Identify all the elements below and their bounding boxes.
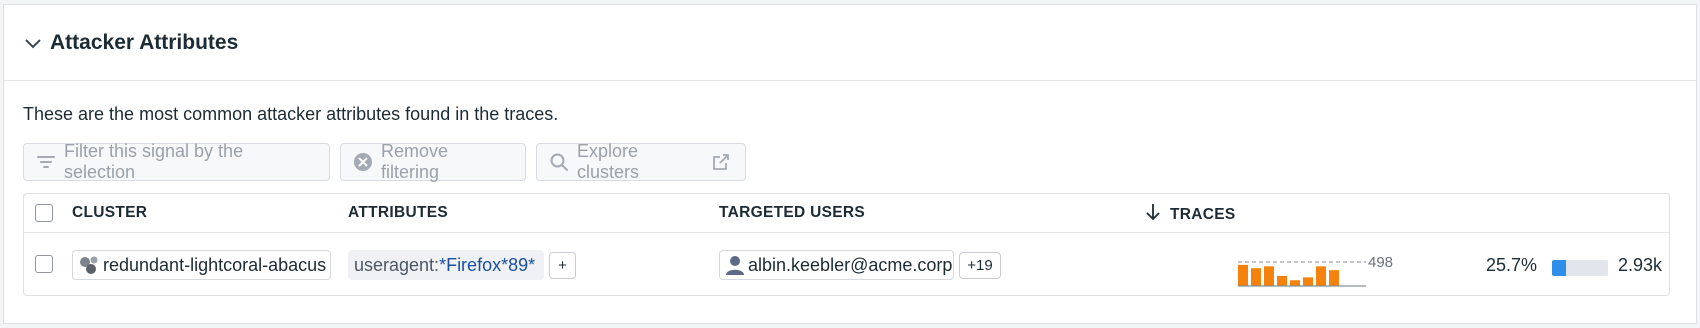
targeted-user-chip[interactable]: albin.keebler@acme.corp <box>719 250 954 280</box>
panel-header[interactable]: Attacker Attributes <box>4 5 1696 81</box>
cluster-name: redundant-lightcoral-abacus <box>103 254 327 275</box>
add-attribute-button[interactable]: + <box>549 252 576 279</box>
table-row[interactable]: redundant-lightcoral-abacus useragent: *F… <box>24 233 1669 295</box>
row-checkbox[interactable] <box>35 255 53 273</box>
explore-clusters-label: Explore clusters <box>577 141 640 182</box>
explore-clusters-button[interactable]: Explore clusters <box>536 141 746 182</box>
sparkline-bar <box>1277 275 1287 286</box>
panel-description: These are the most common attacker attri… <box>23 104 559 124</box>
action-toolbar: Filter this signal by the selection Remo… <box>23 141 746 182</box>
column-header-traces-sort[interactable]: TRACES <box>1144 202 1236 227</box>
sparkline-bar <box>1329 270 1339 286</box>
traces-share-bar <box>1552 260 1608 276</box>
select-all-checkbox[interactable] <box>35 204 53 222</box>
cluster-chip[interactable]: redundant-lightcoral-abacus <box>72 250 331 280</box>
table-header: CLUSTER ATTRIBUTES TARGETED USERS TRACES <box>24 194 1669 233</box>
more-users-badge[interactable]: +19 <box>959 252 1001 279</box>
sparkline-bar <box>1303 277 1313 286</box>
sparkline-bar <box>1264 266 1274 286</box>
sparkline-max-label: 498 <box>1368 254 1393 271</box>
attribute-key: useragent: <box>354 254 440 275</box>
remove-filtering-label: Remove filtering <box>381 141 449 182</box>
column-header-traces: TRACES <box>1170 205 1236 223</box>
sparkline-bar <box>1238 264 1248 286</box>
sparkline-bar <box>1251 268 1261 286</box>
traces-sparkline: 498 <box>1238 254 1393 287</box>
panel-title: Attacker Attributes <box>50 30 239 54</box>
column-header-attributes[interactable]: ATTRIBUTES <box>348 204 448 222</box>
sparkline-bar <box>1316 266 1326 286</box>
chevron-down-icon[interactable] <box>22 32 44 54</box>
filter-signal-label: Filter this signal by the selection <box>64 141 244 182</box>
attribute-value: *Firefox*89* <box>439 254 536 275</box>
attribute-chip[interactable]: useragent: *Firefox*89* <box>348 250 544 280</box>
arrow-down-icon <box>1144 202 1162 227</box>
close-circle-icon <box>353 152 373 172</box>
targeted-user-email: albin.keebler@acme.corp <box>748 254 953 275</box>
filter-icon <box>36 152 56 172</box>
user-icon <box>725 254 745 276</box>
traces-percent: 25.7% <box>1486 255 1538 275</box>
column-header-targeted-users[interactable]: TARGETED USERS <box>719 204 865 222</box>
column-header-cluster[interactable]: CLUSTER <box>72 204 147 222</box>
cluster-icon <box>78 254 100 276</box>
filter-signal-button[interactable]: Filter this signal by the selection <box>23 141 330 182</box>
external-link-icon <box>711 152 731 172</box>
clusters-table: CLUSTER ATTRIBUTES TARGETED USERS TRACES… <box>23 193 1670 296</box>
remove-filtering-button[interactable]: Remove filtering <box>340 141 526 182</box>
sparkline-bar <box>1290 280 1300 286</box>
search-icon <box>549 152 569 172</box>
traces-share-fill <box>1552 260 1567 276</box>
traces-count: 2.93k <box>1618 255 1663 275</box>
